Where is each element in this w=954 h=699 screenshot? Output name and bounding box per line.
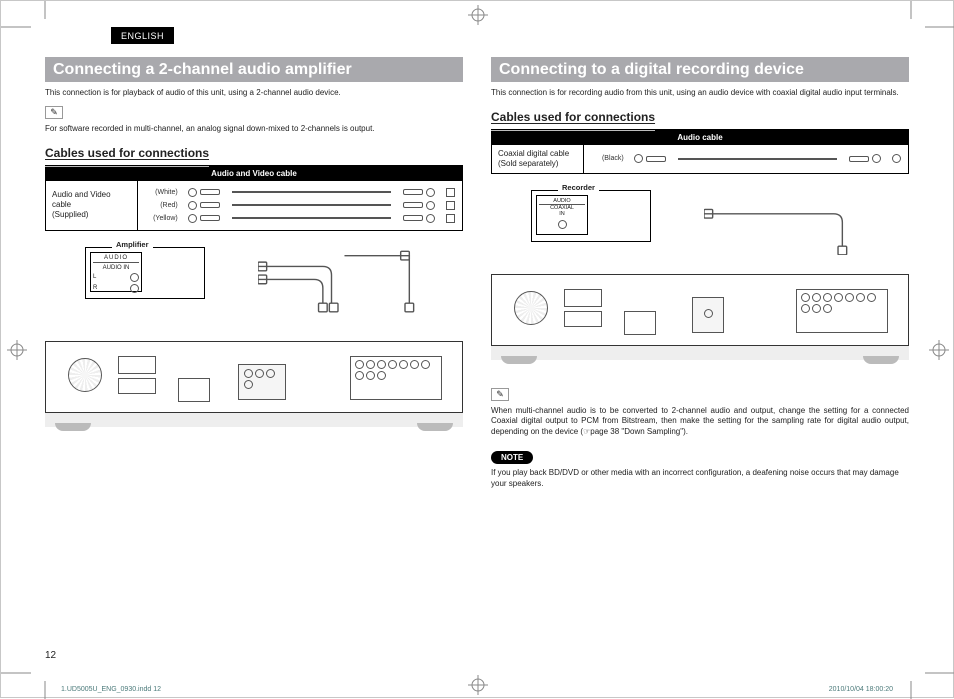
rca-icon [255,369,264,378]
cable-connectors-left: (White) (Red) [137,181,462,231]
connector-row-black: (Black) [590,153,902,164]
connector-row-red: (Red) [144,200,456,211]
pencil-icon: ✎ [491,388,509,401]
diagram-left: Amplifier AUDIO AUDIO IN L R [45,247,463,442]
indd-timestamp: 2010/10/04 18:00:20 [829,686,893,693]
rca-icon [446,201,455,210]
page-content: ENGLISH Connecting a 2-channel audio amp… [45,27,909,661]
connector-row-yellow: (Yellow) [144,213,456,224]
rca-icon [355,360,364,369]
heading-right: Connecting to a digital recording device [491,57,909,82]
fan-grille-icon [514,291,548,325]
cable-table-title-left: Audio and Video cable [46,165,463,181]
rca-icon [244,380,253,389]
right-column: Connecting to a digital recording device… [491,57,909,493]
recorder-label: Recorder [558,183,599,192]
cable-path-illustration [258,247,463,323]
amplifier-label: Amplifier [112,240,153,249]
rca-icon [446,188,455,197]
page-number: 12 [45,650,56,661]
connector-row-white: (White) [144,187,456,198]
cable-connectors-right: (Black) [583,145,908,174]
cable-desc-right: Coaxial digital cable (Sold separately) [492,145,584,174]
coaxial-out-icon [704,309,713,318]
rca-icon [244,369,253,378]
diagram-right: Recorder AUDIO COAXIAL IN [491,190,909,374]
pencil-icon: ✎ [45,106,63,119]
cable-desc-line1: Audio and Video cable [52,190,111,209]
indd-file: 1.UD5005U_ENG_0930.indd 12 [61,686,161,693]
two-column-layout: Connecting a 2-channel audio amplifier T… [45,57,909,493]
rca-icon [130,284,139,293]
rca-icon [892,154,901,163]
cable-table-left: Audio and Video cable Audio and Video ca… [45,165,463,231]
note-label: NOTE [491,451,533,464]
amplifier-box: Amplifier AUDIO AUDIO IN L R [85,247,205,299]
plug-icon [403,214,435,223]
plug-icon [188,214,220,223]
recorder-box: Recorder AUDIO COAXIAL IN [531,190,651,242]
plug-icon [188,201,220,210]
plug-icon [849,154,881,163]
player-rear-panel-right [491,274,909,374]
rca-icon [130,273,139,282]
cable-table-right: Audio cable Coaxial digital cable (Sold … [491,129,909,174]
plug-icon [188,188,220,197]
subhead-left: Cables used for connections [45,146,209,161]
page-frame: ENGLISH Connecting a 2-channel audio amp… [0,0,954,698]
note-text: If you play back BD/DVD or other media w… [491,468,909,490]
pencil-note-left: For software recorded in multi-channel, … [45,124,463,135]
left-column: Connecting a 2-channel audio amplifier T… [45,57,463,493]
rca-icon [266,369,275,378]
cable-desc-left: Audio and Video cable (Supplied) [46,181,138,231]
fan-grille-icon [68,358,102,392]
indd-meta: 1.UD5005U_ENG_0930.indd 12 2010/10/04 18… [61,686,893,693]
intro-right: This connection is for recording audio f… [491,88,909,99]
player-rear-panel [45,341,463,441]
heading-left: Connecting a 2-channel audio amplifier [45,57,463,82]
plug-icon [403,201,435,210]
plug-icon [403,188,435,197]
plug-icon [634,154,666,163]
cable-desc-line2: (Supplied) [52,210,88,219]
cable-table-title-right: Audio cable [492,129,909,145]
pencil-note-right: When multi-channel audio is to be conver… [491,406,909,438]
amplifier-inner: AUDIO AUDIO IN L R [90,252,142,292]
rca-icon [558,220,567,229]
subhead-right: Cables used for connections [491,110,655,125]
rca-icon [446,214,455,223]
language-tag: ENGLISH [111,27,174,44]
intro-left: This connection is for playback of audio… [45,88,463,99]
cable-path-illustration [704,190,909,255]
recorder-inner: AUDIO COAXIAL IN [536,195,588,235]
